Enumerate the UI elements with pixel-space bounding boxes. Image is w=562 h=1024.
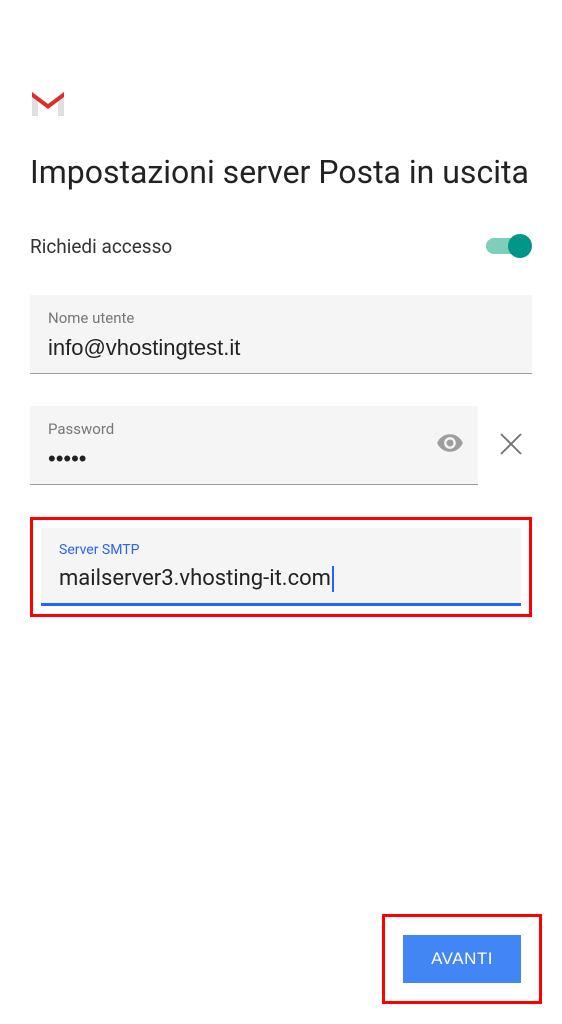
- smtp-highlight-box: Server SMTP mailserver3.vhosting-it.com: [30, 517, 532, 617]
- page-title: Impostazioni server Posta in uscita: [30, 152, 532, 192]
- next-highlight-box: AVANTI: [382, 914, 542, 1004]
- require-login-toggle[interactable]: [486, 232, 532, 260]
- password-label: Password: [48, 420, 460, 438]
- gmail-logo: [30, 90, 532, 122]
- smtp-input[interactable]: mailserver3.vhosting-it.com: [59, 564, 331, 593]
- next-button[interactable]: AVANTI: [403, 935, 521, 983]
- password-field[interactable]: Password: [30, 406, 478, 485]
- close-icon[interactable]: [490, 423, 532, 469]
- smtp-field[interactable]: Server SMTP mailserver3.vhosting-it.com: [41, 528, 521, 606]
- username-input[interactable]: [48, 333, 514, 363]
- username-field[interactable]: Nome utente: [30, 295, 532, 374]
- require-login-label: Richiedi accesso: [30, 235, 172, 258]
- username-label: Nome utente: [48, 309, 514, 327]
- text-cursor: [332, 566, 334, 592]
- smtp-label: Server SMTP: [59, 542, 503, 558]
- eye-icon[interactable]: [436, 429, 464, 461]
- password-input[interactable]: [48, 444, 460, 474]
